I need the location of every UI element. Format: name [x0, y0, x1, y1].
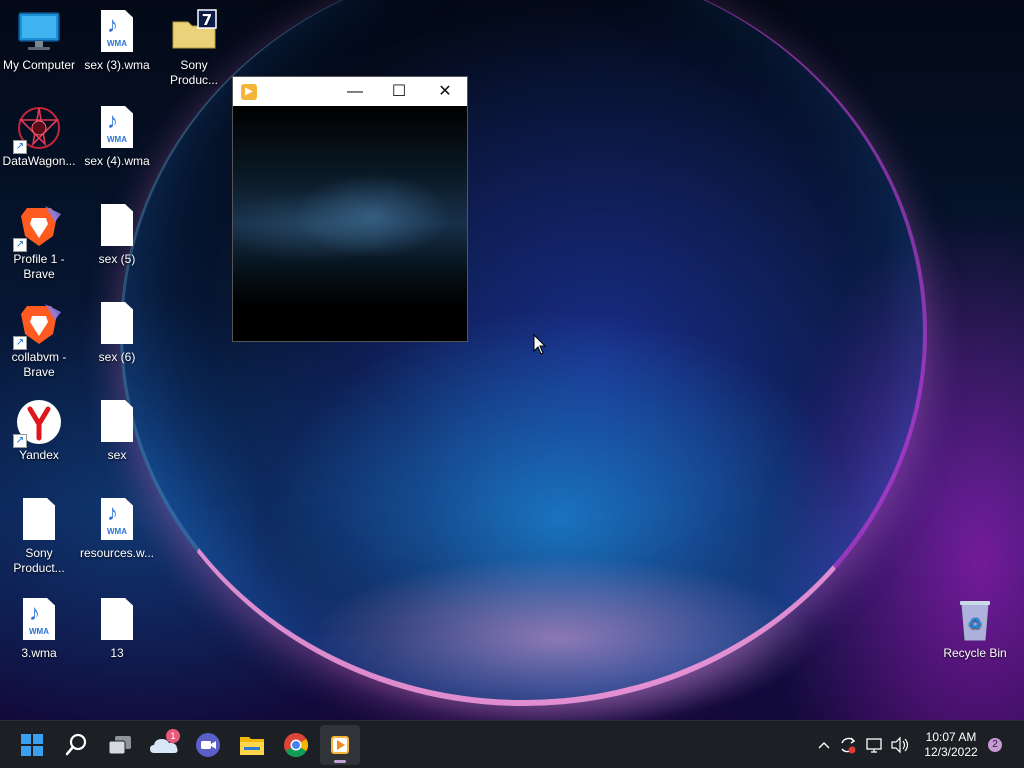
monitor-icon — [15, 8, 63, 56]
taskbar: 1 10:07 AM 12/3/2022 2 — [0, 720, 1024, 768]
media-player-icon — [331, 736, 349, 754]
volume-icon — [891, 736, 909, 754]
maximize-button[interactable]: ☐ — [376, 77, 422, 106]
wma-file-icon: ♪ WMA — [93, 104, 141, 152]
desktop-icon-datawagon[interactable]: ↗ DataWagon... — [0, 104, 78, 169]
icon-label: collabvm - Brave — [11, 350, 67, 379]
shortcut-arrow-icon: ↗ — [13, 140, 27, 154]
chevron-up-icon — [818, 742, 830, 749]
desktop-icon-resources-wma[interactable]: ♪ WMA resources.w... — [78, 496, 156, 561]
icon-label: sex (3).wma — [84, 58, 150, 72]
icon-label: Yandex — [19, 448, 59, 462]
media-player-taskbar-button[interactable] — [320, 725, 360, 765]
desktop-icon-my-computer[interactable]: My Computer — [0, 8, 78, 73]
desktop-icon-collabvm-brave[interactable]: ↗ collabvm - Brave — [0, 300, 78, 380]
desktop-icon-yandex[interactable]: ↗ Yandex — [0, 398, 78, 463]
icon-label: 3.wma — [21, 646, 57, 660]
media-player-window[interactable]: ▶ — ☐ ✕ — [232, 76, 468, 342]
search-icon — [65, 733, 87, 756]
start-icon — [21, 734, 43, 756]
close-button[interactable]: ✕ — [422, 77, 468, 106]
file-explorer-button[interactable] — [232, 725, 272, 765]
document-icon — [93, 596, 141, 644]
onedrive-button[interactable]: 1 — [144, 725, 184, 765]
icon-label: Sony Product... — [13, 546, 65, 575]
desktop: My Computer ↗ DataWagon... ↗ Profile 1 -… — [0, 0, 1024, 720]
notifications-button[interactable]: 2 — [988, 721, 1004, 769]
show-hidden-icons-button[interactable] — [812, 721, 836, 769]
desktop-icon-sex-6[interactable]: sex (6) — [78, 300, 156, 365]
task-view-button[interactable] — [100, 725, 140, 765]
shortcut-arrow-icon: ↗ — [13, 238, 27, 252]
clock-time: 10:07 AM — [925, 730, 977, 744]
icon-label: Profile 1 - Brave — [13, 252, 65, 281]
volume-button[interactable] — [888, 721, 912, 769]
recycle-bin-icon: ♻ — [951, 596, 999, 644]
minimize-button[interactable]: — — [332, 77, 378, 106]
icon-label: sex (5) — [98, 252, 136, 266]
desktop-icon-sex[interactable]: sex — [78, 398, 156, 463]
desktop-icon-sex-3-wma[interactable]: ♪ WMA sex (3).wma — [78, 8, 156, 73]
clock-date: 12/3/2022 — [924, 745, 978, 759]
shortcut-arrow-icon: ↗ — [13, 336, 27, 350]
media-player-icon: ▶ — [241, 84, 257, 100]
wma-file-icon: ♪ WMA — [93, 496, 141, 544]
window-titlebar[interactable]: ▶ — ☐ ✕ — [233, 77, 467, 106]
wma-file-icon: ♪ WMA — [15, 596, 63, 644]
document-icon — [93, 202, 141, 250]
icon-label: 13 — [110, 646, 124, 660]
mouse-cursor-icon — [533, 334, 547, 355]
svg-text:♻: ♻ — [968, 614, 982, 633]
brave-icon: ↗ — [13, 300, 63, 350]
wma-file-icon: ♪ WMA — [93, 8, 141, 56]
icon-label: My Computer — [2, 58, 76, 72]
running-indicator — [334, 760, 346, 763]
desktop-icon-sony-produc-archive[interactable]: 7 Sony Produc... — [155, 8, 233, 88]
chrome-icon — [284, 733, 309, 758]
document-icon — [93, 300, 141, 348]
desktop-icon-recycle-bin[interactable]: ♻ Recycle Bin — [936, 596, 1014, 661]
shortcut-arrow-icon: ↗ — [13, 434, 27, 448]
desktop-icon-sony-product[interactable]: Sony Product... — [0, 496, 78, 576]
desktop-icon-sex-5[interactable]: sex (5) — [78, 202, 156, 267]
icon-label: sex (4).wma — [84, 154, 150, 168]
network-button[interactable] — [862, 721, 886, 769]
visualization-area[interactable] — [233, 106, 467, 341]
icon-label: Sony Produc... — [169, 58, 219, 87]
desktop-icon-sex-4-wma[interactable]: ♪ WMA sex (4).wma — [78, 104, 156, 169]
file-explorer-icon — [240, 737, 264, 755]
brave-icon: ↗ — [13, 202, 63, 252]
network-icon — [866, 738, 882, 753]
start-button[interactable] — [12, 725, 52, 765]
meet-button[interactable] — [188, 725, 228, 765]
search-button[interactable] — [56, 725, 96, 765]
desktop-icon-3-wma[interactable]: ♪ WMA 3.wma — [0, 596, 78, 661]
clock-button[interactable]: 10:07 AM 12/3/2022 — [914, 721, 988, 769]
desktop-icon-13[interactable]: 13 — [78, 596, 156, 661]
svg-text:7: 7 — [202, 11, 212, 29]
notification-count-badge: 2 — [988, 738, 1002, 752]
onedrive-badge: 1 — [166, 729, 180, 743]
task-view-icon — [108, 736, 131, 755]
archive-folder-icon: 7 — [170, 8, 218, 56]
datawagon-logo-icon: ↗ — [13, 104, 63, 154]
icon-label: sex (6) — [98, 350, 136, 364]
sync-icon — [841, 737, 856, 754]
chrome-button[interactable] — [276, 725, 316, 765]
yandex-icon: ↗ — [13, 398, 63, 448]
document-icon — [93, 398, 141, 446]
document-icon — [15, 496, 63, 544]
icon-label: sex — [107, 448, 127, 462]
icon-label: DataWagon... — [2, 154, 76, 168]
desktop-icon-profile1-brave[interactable]: ↗ Profile 1 - Brave — [0, 202, 78, 282]
sync-status-button[interactable] — [836, 721, 860, 769]
meet-icon — [196, 733, 220, 757]
icon-label: Recycle Bin — [943, 646, 1007, 660]
icon-label: resources.w... — [79, 546, 155, 560]
